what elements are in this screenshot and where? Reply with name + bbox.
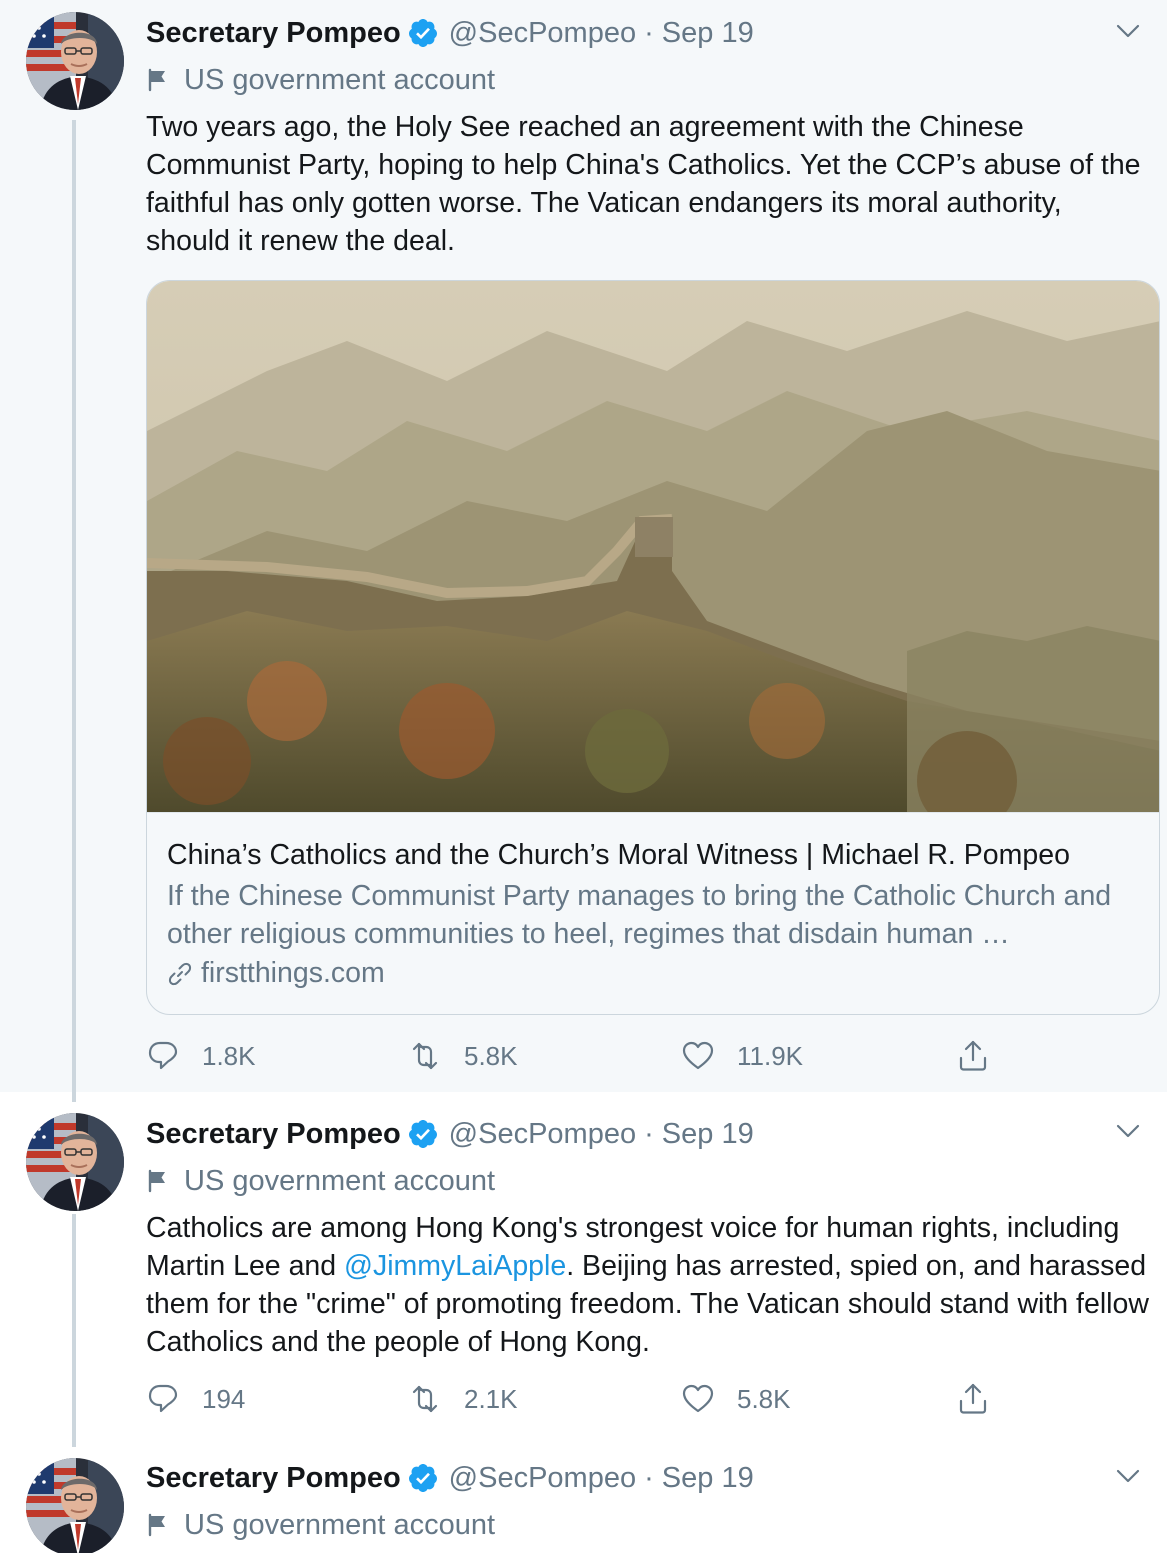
link-card[interactable]: China’s Catholics and the Church’s Moral… — [146, 280, 1160, 1015]
retweet-button[interactable]: 2.1K — [408, 1379, 518, 1419]
retweet-icon — [412, 1385, 438, 1413]
share-button[interactable] — [956, 1036, 990, 1076]
flag-icon — [148, 1169, 167, 1193]
reply-count: 1.8K — [202, 1040, 256, 1071]
share-icon — [959, 1383, 987, 1414]
reply-button[interactable]: 1.8K — [146, 1036, 256, 1076]
separator-dot: · — [644, 1117, 654, 1150]
like-button[interactable]: 5.8K — [681, 1379, 791, 1419]
tweet-actions: 1.8K 5.8K 11.9K — [146, 1036, 1006, 1076]
tweet-date[interactable]: Sep 19 — [662, 1118, 754, 1151]
avatar[interactable] — [26, 12, 124, 110]
author-name[interactable]: Secretary Pompeo — [146, 17, 401, 50]
flag-icon — [148, 68, 167, 92]
tweet-2[interactable]: Secretary Pompeo @SecPompeo · Sep 19 US … — [0, 1092, 1167, 1447]
tweet-text: Two years ago, the Holy See reached an a… — [146, 111, 1141, 257]
retweet-button[interactable]: 5.8K — [408, 1036, 518, 1076]
author-name[interactable]: Secretary Pompeo — [146, 1118, 401, 1151]
caret-down-icon[interactable] — [1115, 1118, 1141, 1144]
author-handle[interactable]: @SecPompeo — [449, 1118, 636, 1151]
link-card-domain: firstthings.com — [167, 957, 385, 990]
like-count: 5.8K — [737, 1383, 791, 1414]
tweet-header: Secretary Pompeo @SecPompeo · Sep 19 — [146, 1458, 754, 1498]
link-card-domain-text: firstthings.com — [201, 957, 385, 989]
share-icon — [959, 1040, 987, 1071]
tweet-header: Secretary Pompeo @SecPompeo · Sep 19 — [146, 1114, 754, 1154]
retweet-count: 5.8K — [464, 1040, 518, 1071]
caret-down-icon[interactable] — [1115, 18, 1141, 44]
tweet-date[interactable]: Sep 19 — [662, 1462, 754, 1495]
retweet-count: 2.1K — [464, 1383, 518, 1414]
government-label-text: US government account — [184, 1508, 496, 1541]
like-count: 11.9K — [737, 1040, 804, 1071]
avatar[interactable] — [26, 1458, 124, 1553]
like-icon — [682, 1041, 714, 1070]
government-account-label: US government account — [146, 62, 495, 98]
link-icon — [168, 962, 192, 985]
reply-button[interactable]: 194 — [146, 1379, 245, 1419]
avatar[interactable] — [26, 1113, 124, 1211]
government-label-text: US government account — [184, 63, 496, 96]
thread-line — [72, 1092, 76, 1102]
like-icon — [682, 1384, 714, 1413]
flag-icon — [148, 1513, 167, 1537]
tweet-1[interactable]: Secretary Pompeo @SecPompeo · Sep 19 US … — [0, 0, 1167, 1092]
tweet-date[interactable]: Sep 19 — [662, 17, 754, 50]
verified-badge-icon — [408, 1120, 437, 1148]
retweet-icon — [412, 1042, 438, 1070]
tweet-3[interactable]: Secretary Pompeo @SecPompeo · Sep 19 US … — [0, 1447, 1167, 1553]
link-card-description: If the Chinese Communist Party manages t… — [167, 880, 1112, 950]
reply-icon — [148, 1384, 178, 1413]
mention-link[interactable]: @JimmyLaiApple — [344, 1250, 566, 1282]
reply-icon — [148, 1041, 178, 1070]
author-name[interactable]: Secretary Pompeo — [146, 1462, 401, 1495]
verified-badge-icon — [408, 1464, 437, 1492]
separator-dot: · — [644, 16, 654, 49]
government-account-label: US government account — [146, 1163, 495, 1199]
government-label-text: US government account — [184, 1164, 496, 1197]
author-handle[interactable]: @SecPompeo — [449, 1462, 636, 1495]
thread-line — [72, 120, 76, 1092]
author-handle[interactable]: @SecPompeo — [449, 17, 636, 50]
share-button[interactable] — [956, 1379, 990, 1419]
like-button[interactable]: 11.9K — [681, 1036, 803, 1076]
verified-badge-icon — [408, 19, 437, 47]
caret-down-icon[interactable] — [1115, 1463, 1141, 1489]
reply-count: 194 — [202, 1383, 246, 1414]
tweet-text: Catholics are among Hong Kong's stronges… — [146, 1209, 1151, 1361]
tweet-header: Secretary Pompeo @SecPompeo · Sep 19 — [146, 13, 754, 53]
great-wall-mountains-photo — [147, 281, 1159, 812]
link-card-title: China’s Catholics and the Church’s Moral… — [167, 839, 1070, 871]
thread-line — [72, 1214, 76, 1447]
link-card-body: China’s Catholics and the Church’s Moral… — [147, 812, 1159, 1014]
government-account-label: US government account — [146, 1507, 495, 1543]
separator-dot: · — [644, 1461, 654, 1494]
tweet-actions: 194 2.1K 5.8K — [146, 1379, 1006, 1419]
